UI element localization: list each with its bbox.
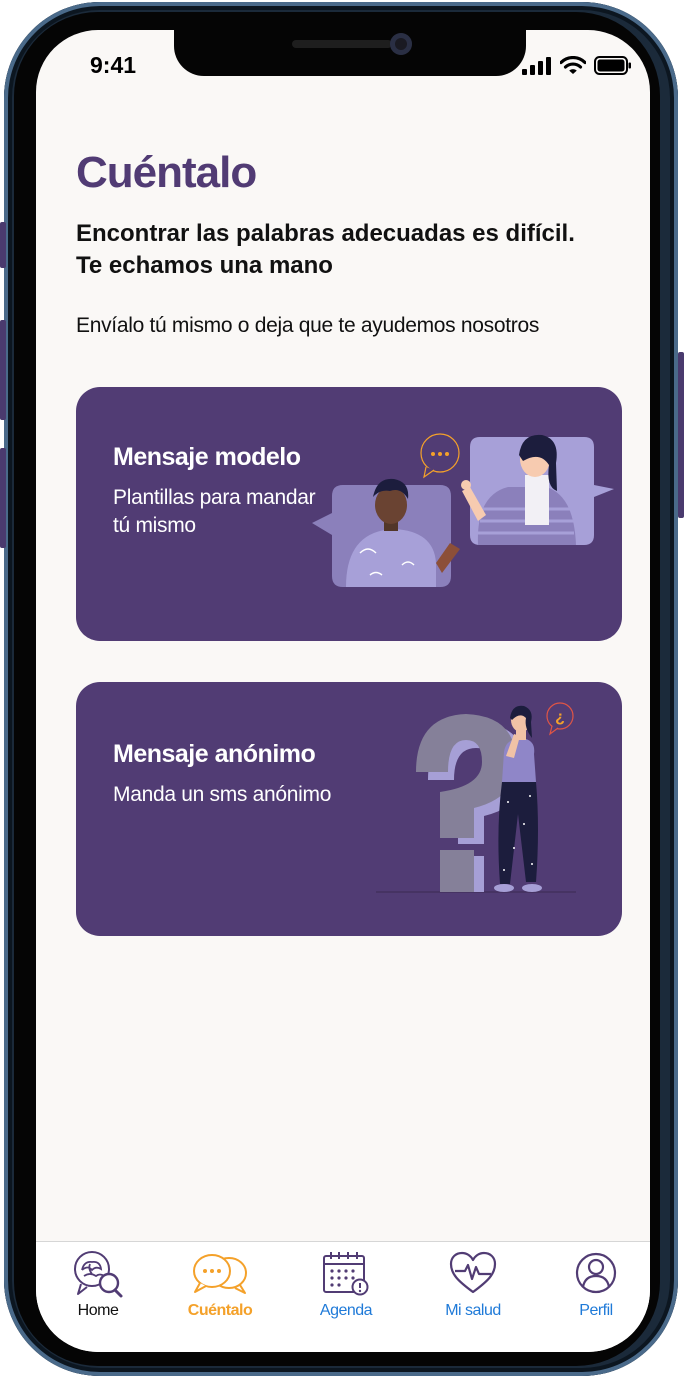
screen: 9:41 Cuéntalo Encontrar las palabras ade… (36, 30, 650, 1352)
status-icons (522, 56, 632, 75)
page-subtitle: Encontrar las palabras adecuadas es difí… (76, 218, 616, 282)
calendar-icon (323, 1252, 369, 1296)
notch (174, 30, 526, 76)
card-title: Mensaje modelo (113, 443, 301, 471)
tab-cuentalo[interactable]: Cuéntalo (165, 1250, 275, 1330)
tab-label: Agenda (319, 1302, 373, 1319)
intro-text: Envíalo tú mismo o deja que te ayudemos … (76, 314, 540, 337)
tab-home[interactable]: Home (43, 1250, 153, 1330)
card-mensaje-anonimo[interactable]: Mensaje anónimo Manda un sms anónimo ¿ (76, 682, 622, 936)
chat-bubbles-icon (193, 1254, 247, 1294)
card-title: Mensaje anónimo (113, 740, 316, 768)
tab-label: Home (77, 1302, 119, 1319)
card-desc-line-2: tú mismo (113, 514, 196, 537)
tab-mi-salud[interactable]: Mi salud (418, 1250, 528, 1330)
volume-up-button (0, 320, 6, 420)
card-desc-line-1: Manda un sms anónimo (113, 783, 332, 806)
tab-label: Mi salud (445, 1302, 501, 1319)
volume-down-button (0, 448, 6, 548)
speaker (292, 40, 392, 48)
woman-with-question-mark-illustration: ¿ (376, 702, 576, 893)
wifi-icon (560, 56, 586, 74)
card-description: Manda un sms anónimo (113, 781, 331, 809)
card-description: Plantillas para mandar tú mismo (113, 484, 333, 540)
tab-perfil[interactable]: Perfil (541, 1250, 650, 1330)
heart-pulse-icon (449, 1251, 497, 1294)
tab-agenda[interactable]: Agenda (291, 1250, 401, 1330)
tab-label: Cuéntalo (187, 1302, 253, 1319)
subtitle-line-2: Te echamos una mano (76, 252, 333, 279)
power-button (678, 352, 684, 518)
two-people-chatting-illustration (312, 433, 614, 587)
tab-label: Perfil (579, 1302, 613, 1319)
battery-icon (594, 56, 631, 75)
tab-bar: Home Cuéntalo Agenda Mi salud Perfil (36, 1241, 650, 1352)
card-desc-line-1: Plantillas para mandar (113, 486, 316, 509)
user-icon (575, 1252, 617, 1294)
silent-switch (0, 222, 6, 268)
status-time: 9:41 (90, 52, 137, 78)
question-glyph: ¿ (555, 709, 565, 726)
cellular-signal-icon (522, 56, 551, 75)
brain-search-icon (74, 1251, 123, 1298)
subtitle-line-1: Encontrar las palabras adecuadas es difí… (76, 220, 575, 247)
card-mensaje-modelo[interactable]: Mensaje modelo Plantillas para mandar tú… (76, 387, 622, 641)
front-camera (390, 33, 412, 55)
page-title: Cuéntalo (76, 148, 257, 197)
